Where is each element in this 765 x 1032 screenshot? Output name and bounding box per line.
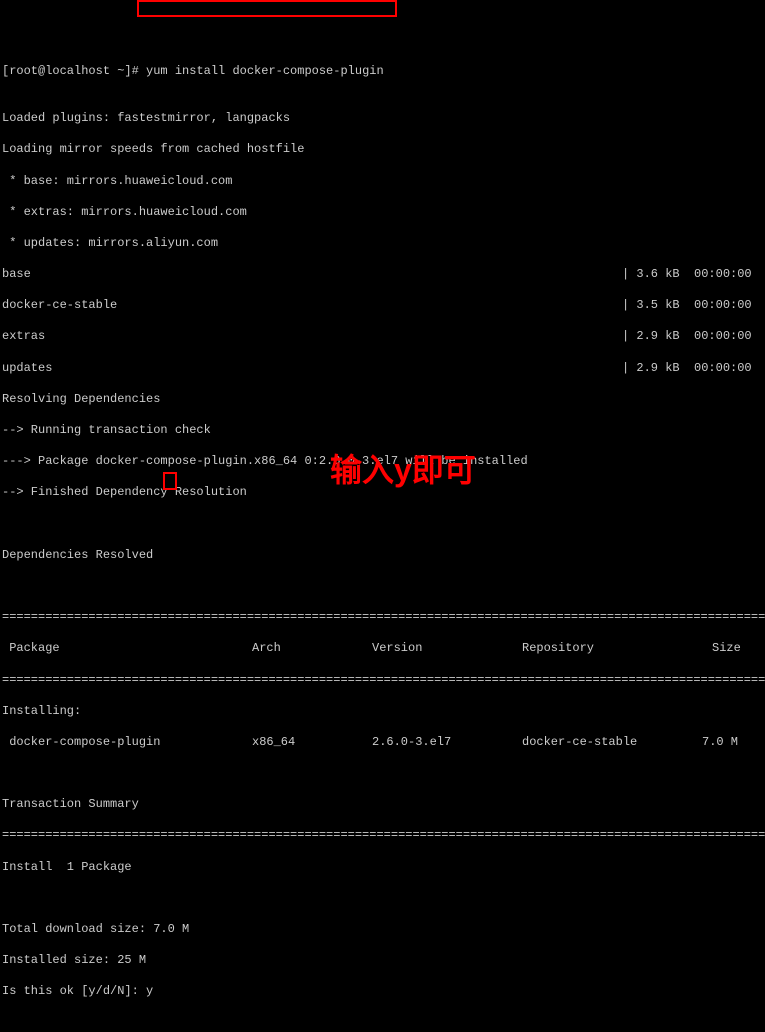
header-package: Package bbox=[2, 641, 252, 657]
pkg-size: 7.0 M bbox=[702, 735, 738, 749]
header-line: PackageArchVersionRepositorySize bbox=[2, 641, 763, 657]
package-line: docker-compose-pluginx86_642.6.0-3.el7do… bbox=[2, 735, 763, 751]
header-version: Version bbox=[372, 641, 522, 657]
repo-size: | 2.9 kB 00:00:00 bbox=[622, 361, 752, 375]
repo-line: extras| 2.9 kB 00:00:00 bbox=[2, 329, 763, 345]
terminal-line: Dependencies Resolved bbox=[2, 548, 763, 564]
installing-label: Installing: bbox=[2, 704, 763, 720]
divider-line: ========================================… bbox=[2, 673, 763, 689]
divider-line: ========================================… bbox=[2, 828, 763, 844]
command-highlight-box bbox=[137, 0, 397, 17]
blank-line bbox=[2, 579, 763, 595]
repo-line: base| 3.6 kB 00:00:00 bbox=[2, 267, 763, 283]
divider-line: ========================================… bbox=[2, 610, 763, 626]
blank-line bbox=[2, 517, 763, 533]
blank-line bbox=[2, 891, 763, 907]
terminal-line: * updates: mirrors.aliyun.com bbox=[2, 236, 763, 252]
terminal-line: Resolving Dependencies bbox=[2, 392, 763, 408]
pkg-name: docker-compose-plugin bbox=[2, 735, 252, 751]
terminal-line: [root@localhost ~]# yum install docker-c… bbox=[2, 64, 763, 80]
repo-name: updates bbox=[2, 361, 622, 377]
confirm-prompt: Is this ok [y/d/N]: bbox=[2, 984, 146, 998]
header-size: Size bbox=[712, 641, 741, 655]
repo-name: base bbox=[2, 267, 622, 283]
repo-size: | 3.5 kB 00:00:00 bbox=[622, 298, 752, 312]
blank-line bbox=[2, 766, 763, 782]
repo-name: docker-ce-stable bbox=[2, 298, 622, 314]
header-repo: Repository bbox=[522, 641, 712, 657]
repo-name: extras bbox=[2, 329, 622, 345]
terminal-line: * extras: mirrors.huaweicloud.com bbox=[2, 205, 763, 221]
terminal-line: Installed size: 25 M bbox=[2, 953, 763, 969]
shell-prompt: [root@localhost ~]# bbox=[2, 64, 146, 78]
terminal-line: Downloading packages: bbox=[2, 1031, 763, 1032]
pkg-repo: docker-ce-stable bbox=[522, 735, 702, 751]
annotation-text: 输入y即可 bbox=[330, 450, 476, 492]
repo-size: | 3.6 kB 00:00:00 bbox=[622, 267, 752, 281]
terminal-line: Total download size: 7.0 M bbox=[2, 922, 763, 938]
terminal-line: Transaction Summary bbox=[2, 797, 763, 813]
pkg-arch: x86_64 bbox=[252, 735, 372, 751]
pkg-version: 2.6.0-3.el7 bbox=[372, 735, 522, 751]
repo-line: docker-ce-stable| 3.5 kB 00:00:00 bbox=[2, 298, 763, 314]
terminal-line: Loaded plugins: fastestmirror, langpacks bbox=[2, 111, 763, 127]
repo-line: updates| 2.9 kB 00:00:00 bbox=[2, 361, 763, 377]
confirm-input[interactable]: y bbox=[146, 984, 153, 998]
input-highlight-box bbox=[163, 472, 177, 490]
terminal-line: Loading mirror speeds from cached hostfi… bbox=[2, 142, 763, 158]
shell-command: yum install docker-compose-plugin bbox=[146, 64, 384, 78]
confirm-line: Is this ok [y/d/N]: y bbox=[2, 984, 763, 1000]
terminal-line: --> Running transaction check bbox=[2, 423, 763, 439]
repo-size: | 2.9 kB 00:00:00 bbox=[622, 329, 752, 343]
terminal-line: * base: mirrors.huaweicloud.com bbox=[2, 174, 763, 190]
terminal-line: Install 1 Package bbox=[2, 860, 763, 876]
header-arch: Arch bbox=[252, 641, 372, 657]
